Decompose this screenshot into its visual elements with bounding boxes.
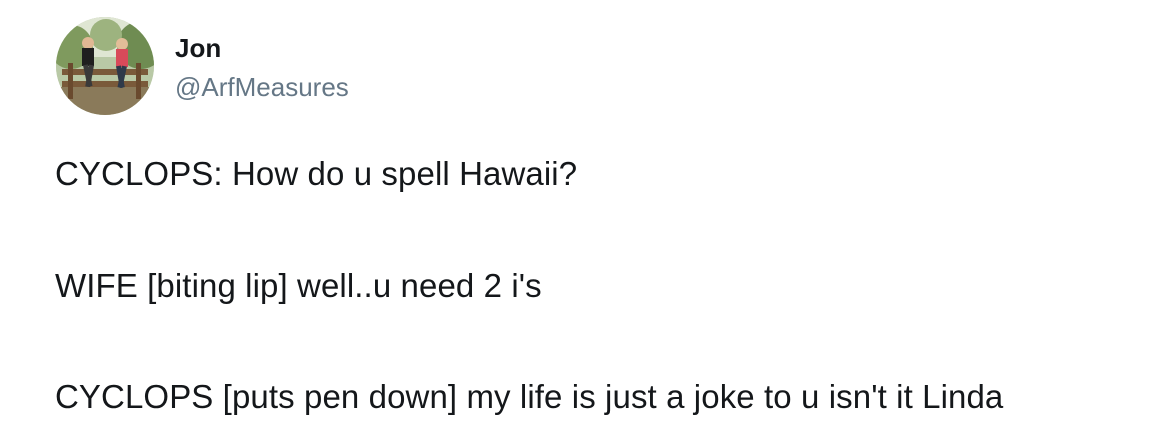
avatar-photo xyxy=(56,17,154,115)
tweet-text-line-2: WIFE [biting lip] well..u need 2 i's xyxy=(55,267,542,304)
tweet-card: Jon @ArfMeasures CYCLOPS: How do u spell… xyxy=(0,0,1172,444)
avatar[interactable] xyxy=(56,17,154,115)
tweet-text-line-1: CYCLOPS: How do u spell Hawaii? xyxy=(55,155,578,192)
tweet-text-line-3: CYCLOPS [puts pen down] my life is just … xyxy=(55,378,1004,415)
author-display-name[interactable]: Jon xyxy=(175,31,221,65)
author-handle[interactable]: @ArfMeasures xyxy=(175,70,349,104)
